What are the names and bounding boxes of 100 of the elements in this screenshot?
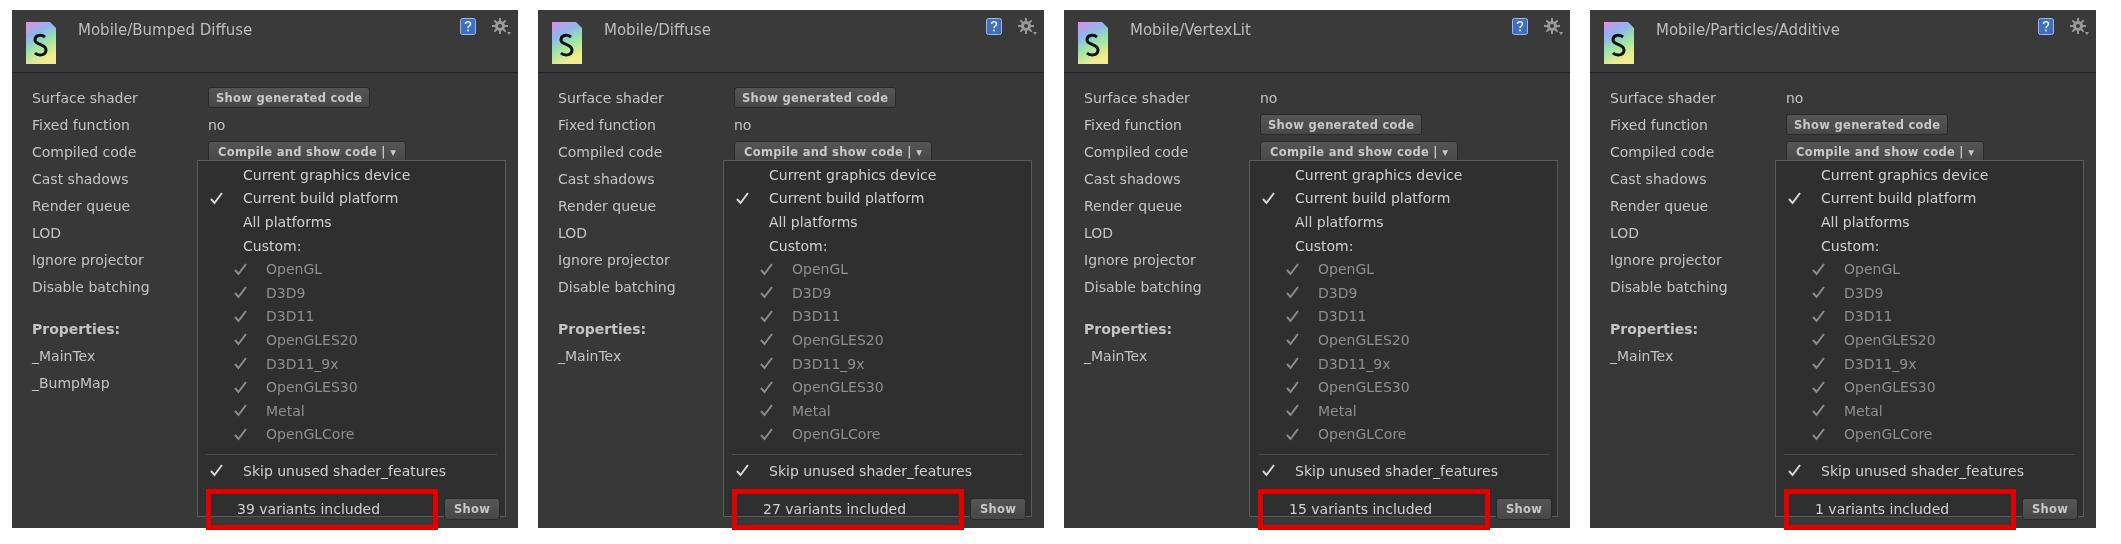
- settings-icon[interactable]: [492, 18, 512, 36]
- platform-menu-item[interactable]: OpenGLCore: [792, 426, 881, 443]
- platform-menu-item[interactable]: D3D9: [1844, 284, 1884, 301]
- settings-icon[interactable]: [1018, 18, 1038, 36]
- field-label: Fixed function: [1610, 116, 1709, 133]
- platform-menu-item[interactable]: D3D11_9x: [1844, 355, 1917, 372]
- platform-menu-item[interactable]: Metal: [1844, 402, 1883, 419]
- check-icon: [760, 262, 773, 276]
- check-icon: [1286, 357, 1299, 371]
- platform-menu-item[interactable]: OpenGL: [792, 261, 849, 278]
- shader-file-icon: [26, 22, 56, 64]
- field-label: Ignore projector: [558, 251, 671, 268]
- menu-heading: Custom:: [1295, 237, 1354, 254]
- shader-file-icon: [552, 22, 582, 64]
- platform-menu-item[interactable]: D3D11: [1318, 308, 1367, 325]
- menu-item[interactable]: All platforms: [769, 214, 858, 230]
- check-icon: [1812, 357, 1825, 371]
- platform-menu-item[interactable]: OpenGL: [1318, 261, 1375, 278]
- platform-menu-item[interactable]: D3D11_9x: [1318, 355, 1391, 372]
- menu-item[interactable]: Skip unused shader_features: [769, 462, 972, 479]
- menu-item[interactable]: Current graphics device: [1821, 166, 1989, 183]
- compile-dropdown-button[interactable]: Compile and show code | ▾: [734, 141, 933, 162]
- platform-menu-item[interactable]: OpenGLES20: [266, 331, 358, 348]
- platform-menu-item[interactable]: D3D9: [792, 284, 832, 301]
- properties-heading: Properties:: [1610, 320, 1699, 339]
- platform-menu-item[interactable]: OpenGLES20: [792, 331, 884, 348]
- property-name: _MainTex: [558, 347, 622, 366]
- platform-menu-item[interactable]: OpenGL: [1844, 261, 1901, 278]
- help-book-icon[interactable]: [2038, 18, 2054, 35]
- check-icon: [1286, 404, 1299, 418]
- show-button[interactable]: Show: [444, 498, 501, 521]
- shader-title: Mobile/VertexLit: [1130, 21, 1251, 39]
- platform-menu-item[interactable]: D3D11: [792, 308, 841, 325]
- platform-menu-item[interactable]: OpenGL: [266, 261, 323, 278]
- menu-item[interactable]: All platforms: [243, 214, 332, 230]
- platform-menu-item[interactable]: D3D11: [1844, 308, 1893, 325]
- menu-item[interactable]: Current build platform: [243, 190, 399, 207]
- platform-menu-item[interactable]: OpenGLCore: [1318, 426, 1407, 443]
- menu-item[interactable]: Current graphics device: [243, 166, 411, 183]
- menu-item[interactable]: Current build platform: [1295, 190, 1451, 207]
- platform-menu-item[interactable]: OpenGLES30: [792, 379, 884, 396]
- menu-item[interactable]: All platforms: [1295, 214, 1384, 230]
- platform-menu-item[interactable]: OpenGLES20: [1844, 331, 1936, 348]
- platform-menu-item[interactable]: D3D9: [266, 284, 306, 301]
- check-icon: [234, 286, 247, 300]
- platform-menu-item[interactable]: OpenGLES20: [1318, 331, 1410, 348]
- check-icon: [760, 357, 773, 371]
- show-code-button[interactable]: Show generated code: [1786, 114, 1949, 135]
- platform-menu-item[interactable]: OpenGLCore: [1844, 426, 1933, 443]
- check-icon: [760, 286, 773, 300]
- menu-item[interactable]: All platforms: [1821, 214, 1910, 230]
- platform-menu-item[interactable]: D3D11: [266, 308, 315, 325]
- shader-file-icon: [1604, 22, 1634, 64]
- show-button[interactable]: Show: [1496, 498, 1553, 521]
- menu-item[interactable]: Current graphics device: [1295, 166, 1463, 183]
- show-code-button[interactable]: Show generated code: [1260, 114, 1423, 135]
- field-label: Compiled code: [558, 143, 664, 160]
- platform-menu-item[interactable]: D3D11_9x: [266, 355, 339, 372]
- platform-menu-item[interactable]: OpenGLCore: [266, 426, 355, 443]
- menu-item[interactable]: Skip unused shader_features: [1821, 462, 2024, 479]
- check-icon: [1286, 286, 1299, 300]
- field-label: Ignore projector: [1084, 251, 1197, 268]
- field-value: no: [1260, 89, 1278, 106]
- help-book-icon[interactable]: [1512, 18, 1528, 35]
- show-code-button[interactable]: Show generated code: [208, 87, 371, 108]
- check-icon: [1812, 286, 1825, 300]
- help-book-icon[interactable]: [986, 18, 1002, 35]
- settings-icon[interactable]: [1544, 18, 1564, 36]
- help-book-icon[interactable]: [460, 18, 476, 35]
- menu-item[interactable]: Skip unused shader_features: [1295, 462, 1498, 479]
- platform-menu-item[interactable]: D3D11_9x: [792, 355, 865, 372]
- menu-item[interactable]: Current build platform: [1821, 190, 1977, 207]
- check-icon: [234, 404, 247, 418]
- platform-menu-item[interactable]: Metal: [1318, 402, 1357, 419]
- compile-dropdown-button[interactable]: Compile and show code | ▾: [1260, 141, 1459, 162]
- field-label: Cast shadows: [1610, 170, 1708, 187]
- platform-menu-item[interactable]: Metal: [266, 402, 305, 419]
- menu-item[interactable]: Skip unused shader_features: [243, 462, 446, 479]
- field-label: Render queue: [1610, 197, 1710, 214]
- settings-icon[interactable]: [2070, 18, 2090, 36]
- platform-menu-item[interactable]: OpenGLES30: [1318, 379, 1410, 396]
- show-button[interactable]: Show: [970, 498, 1027, 521]
- compile-dropdown-button[interactable]: Compile and show code | ▾: [1786, 141, 1985, 162]
- check-icon: [736, 191, 749, 205]
- field-label: Render queue: [32, 197, 132, 214]
- field-label: Surface shader: [558, 89, 665, 106]
- field-label: Ignore projector: [1610, 251, 1723, 268]
- field-label: Surface shader: [1084, 89, 1191, 106]
- properties-heading: Properties:: [1084, 320, 1173, 339]
- platform-menu-item[interactable]: D3D9: [1318, 284, 1358, 301]
- show-code-button[interactable]: Show generated code: [734, 87, 897, 108]
- show-button[interactable]: Show: [2022, 498, 2079, 521]
- platform-menu-item[interactable]: OpenGLES30: [266, 379, 358, 396]
- compile-dropdown-button[interactable]: Compile and show code | ▾: [208, 141, 407, 162]
- field-value: no: [734, 116, 752, 133]
- menu-item[interactable]: Current build platform: [769, 190, 925, 207]
- platform-menu-item[interactable]: OpenGLES30: [1844, 379, 1936, 396]
- field-label: Fixed function: [32, 116, 131, 133]
- menu-item[interactable]: Current graphics device: [769, 166, 937, 183]
- platform-menu-item[interactable]: Metal: [792, 402, 831, 419]
